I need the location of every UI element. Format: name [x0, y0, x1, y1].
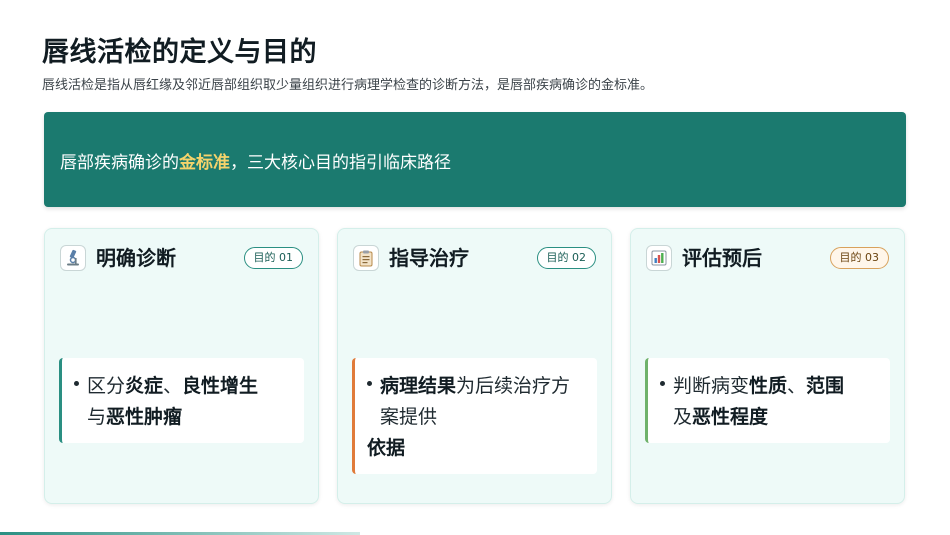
- emphasis-segment: 性质: [749, 375, 788, 397]
- banner-text: 唇部疾病确诊的金标准，三大核心目的指引临床路径: [60, 148, 451, 173]
- emphasis-segment: 恶性肿瘤: [106, 406, 183, 428]
- banner-highlight: 金标准: [179, 153, 230, 173]
- card-header: 评估预后 目的 03: [646, 244, 889, 272]
- text-segment: 案提供: [380, 406, 438, 428]
- bar-chart-icon: [646, 245, 672, 271]
- key-point: 病理结果为后续治疗方 案提供 依据: [352, 358, 597, 474]
- clipboard-icon: [353, 245, 379, 271]
- card-title: 指导治疗: [389, 246, 469, 270]
- key-point-line-3: 依据: [367, 433, 585, 464]
- key-point-line-2: 案提供: [367, 402, 585, 433]
- text-segment: 、: [787, 375, 807, 397]
- key-point-line-1: 病理结果为后续治疗方: [367, 371, 585, 402]
- card-title: 评估预后: [682, 246, 762, 270]
- emphasis-segment: 范围: [806, 375, 845, 397]
- bullet-icon: [367, 381, 372, 386]
- emphasis-segment: 恶性程度: [692, 406, 769, 428]
- card-diagnosis: 明确诊断 目的 01 区分炎症、良性增生 与恶性肿瘤: [44, 228, 319, 504]
- banner: 唇部疾病确诊的金标准，三大核心目的指引临床路径: [44, 112, 906, 207]
- card-prognosis: 评估预后 目的 03 判断病变性质、范围 及恶性程度: [630, 228, 905, 504]
- key-point-line-1: 判断病变性质、范围: [660, 371, 878, 402]
- purpose-badge: 目的 01: [243, 247, 303, 269]
- text-segment: 与: [87, 406, 107, 428]
- card-header: 明确诊断 目的 01: [60, 244, 303, 272]
- card-treatment: 指导治疗 目的 02 病理结果为后续治疗方 案提供 依据: [337, 228, 612, 504]
- card-title: 明确诊断: [96, 246, 176, 270]
- bullet-icon: [660, 381, 665, 386]
- microscope-icon: [60, 245, 86, 271]
- key-point: 判断病变性质、范围 及恶性程度: [645, 358, 890, 443]
- key-point-line-2: 与恶性肿瘤: [74, 402, 292, 433]
- key-point: 区分炎症、良性增生 与恶性肿瘤: [59, 358, 304, 443]
- banner-suffix: ，三大核心目的指引临床路径: [230, 153, 451, 173]
- emphasis-segment: 依据: [367, 437, 406, 459]
- purpose-badge: 目的 03: [829, 247, 889, 269]
- banner-prefix: 唇部疾病确诊的: [60, 153, 179, 173]
- emphasis-segment: 病理结果: [380, 375, 457, 397]
- text-segment: 为后续治疗方: [456, 375, 571, 397]
- card-header: 指导治疗 目的 02: [353, 244, 596, 272]
- key-point-line-2: 及恶性程度: [660, 402, 878, 433]
- text-segment: 判断病变: [673, 375, 750, 397]
- page-title: 唇线活检的定义与目的: [42, 37, 317, 68]
- emphasis-segment: 良性增生: [182, 375, 259, 397]
- text-segment: 、: [163, 375, 183, 397]
- emphasis-segment: 炎症: [125, 375, 164, 397]
- bullet-icon: [74, 381, 79, 386]
- text-segment: 区分: [87, 375, 126, 397]
- key-point-line-1: 区分炎症、良性增生: [74, 371, 292, 402]
- text-segment: 及: [673, 406, 693, 428]
- purpose-badge: 目的 02: [536, 247, 596, 269]
- page-subtitle: 唇线活检是指从唇红缘及邻近唇部组织取少量组织进行病理学检查的诊断方法，是唇部疾病…: [42, 78, 654, 93]
